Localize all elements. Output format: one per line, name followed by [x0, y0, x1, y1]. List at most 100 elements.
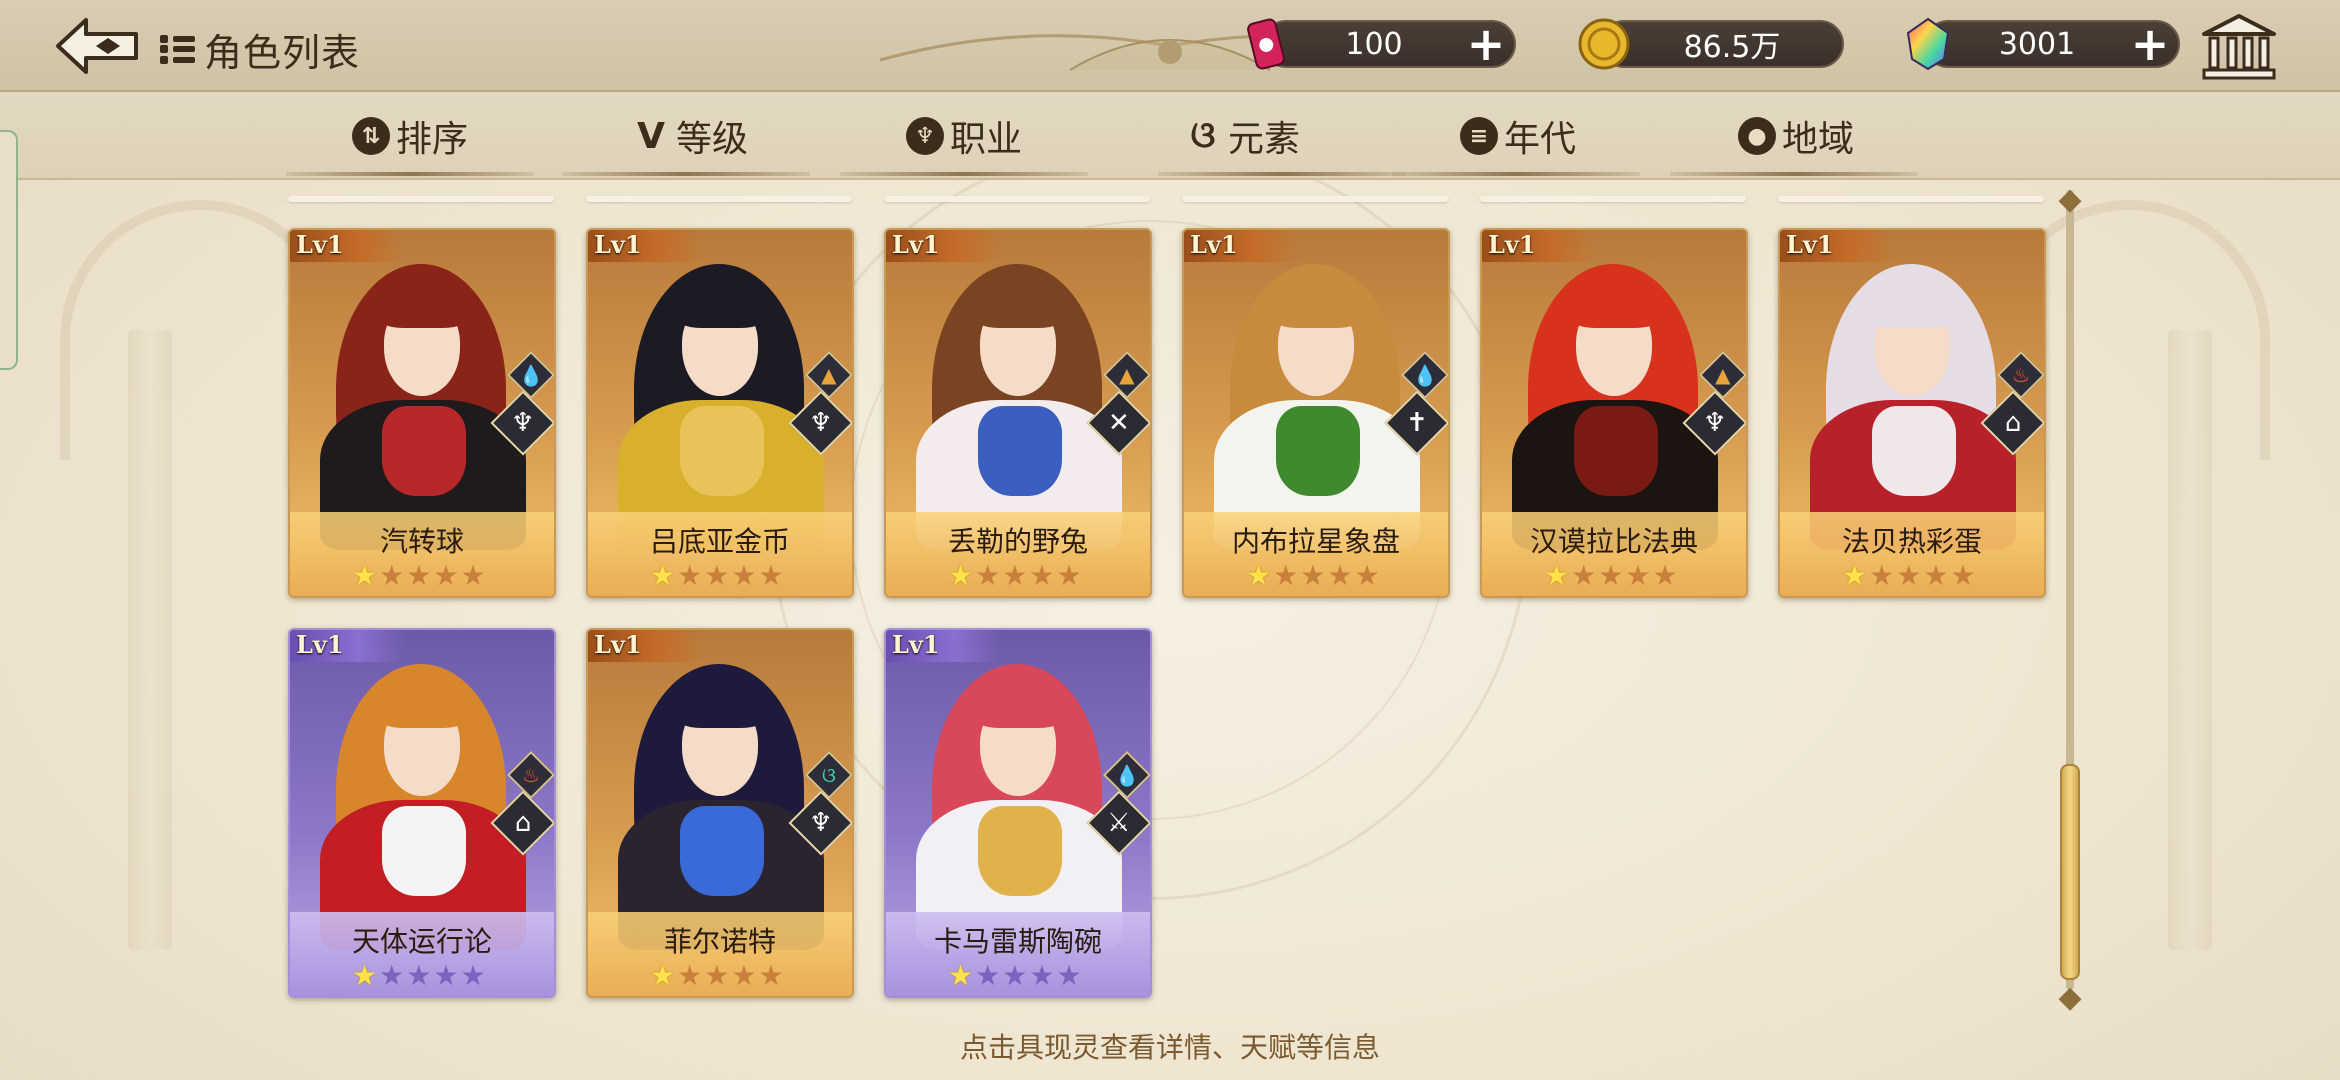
- scroll-top-ornament-icon: ◆: [2058, 182, 2082, 217]
- level-label: Lv1: [1780, 230, 1894, 262]
- museum-button[interactable]: [2198, 12, 2280, 82]
- level-label: Lv1: [588, 630, 702, 662]
- star-icon: ★: [1842, 559, 1868, 592]
- star-icon: ★: [406, 559, 432, 592]
- back-button[interactable]: [52, 14, 144, 78]
- tab-level-label: 等级: [676, 119, 749, 160]
- star-icon: ★: [758, 559, 784, 592]
- character-card[interactable]: Lv1 ▲ ♆ 汉谟拉比法典 ★ ★ ★ ★ ★: [1480, 228, 1748, 598]
- star-rating: ★ ★ ★ ★ ★: [1246, 562, 1380, 590]
- column-divider: [288, 196, 554, 202]
- filter-tab-bar: ⇅ 排序 V 等级 ♆ 职业 ଓ 元素 ≡ 年代 ● 地域: [0, 92, 2340, 180]
- star-icon: ★: [948, 559, 974, 592]
- star-icon: ★: [1056, 959, 1082, 992]
- star-rating: ★ ★ ★ ★ ★: [650, 962, 784, 990]
- tab-region[interactable]: ● 地域: [1738, 92, 1854, 180]
- top-bar: 角色列表 100 + 86.5万 3001 +: [0, 0, 2340, 92]
- star-icon: ★: [1869, 559, 1895, 592]
- tab-underline: [562, 172, 810, 176]
- star-icon: ★: [1029, 559, 1055, 592]
- star-icon: ★: [975, 959, 1001, 992]
- stamina-plus-button[interactable]: +: [1464, 21, 1508, 67]
- star-icon: ★: [1571, 559, 1597, 592]
- tab-level[interactable]: V 等级: [632, 92, 748, 180]
- star-icon: ★: [379, 959, 405, 992]
- currency-stamina: 100 +: [1247, 18, 1516, 70]
- column-divider: [1778, 196, 2044, 202]
- level-label: Lv1: [290, 230, 404, 262]
- tab-element-label: 元素: [1228, 119, 1301, 160]
- character-card[interactable]: Lv1 💧 ♆ 汽转球 ★ ★ ★ ★ ★: [288, 228, 556, 598]
- star-icon: ★: [677, 959, 703, 992]
- star-icon: ★: [758, 959, 784, 992]
- tab-element[interactable]: ଓ 元素: [1184, 92, 1300, 180]
- star-icon: ★: [1029, 959, 1055, 992]
- star-icon: ★: [1950, 559, 1976, 592]
- character-card[interactable]: Lv1 💧 ✝ 内布拉星象盘 ★ ★ ★ ★ ★: [1182, 228, 1450, 598]
- star-icon: ★: [352, 959, 378, 992]
- crystal-plus-button[interactable]: +: [2128, 21, 2172, 67]
- character-name: 丢勒的野兔: [947, 525, 1088, 558]
- gold-value: 86.5万: [1683, 30, 1781, 65]
- star-icon: ★: [1625, 559, 1651, 592]
- level-label: Lv1: [886, 230, 1000, 262]
- level-label: Lv1: [1184, 230, 1298, 262]
- star-rating: ★ ★ ★ ★ ★: [352, 562, 486, 590]
- character-name: 菲尔诺特: [663, 925, 776, 958]
- page-title: 角色列表: [204, 31, 361, 75]
- level-label: Lv1: [588, 230, 702, 262]
- column-divider: [1182, 196, 1448, 202]
- star-icon: ★: [1354, 559, 1380, 592]
- column-divider: [884, 196, 1150, 202]
- character-card[interactable]: Lv1 ଓ ♆ 菲尔诺特 ★ ★ ★ ★ ★: [586, 628, 854, 998]
- star-rating: ★ ★ ★ ★ ★: [352, 962, 486, 990]
- back-arrow-icon: [56, 18, 138, 74]
- star-icon: ★: [948, 959, 974, 992]
- star-icon: ★: [1544, 559, 1570, 592]
- soda-can-icon: [1236, 14, 1296, 74]
- character-card[interactable]: Lv1 ♨ ⌂ 天体运行论 ★ ★ ★ ★ ★: [288, 628, 556, 998]
- character-name: 内布拉星象盘: [1231, 525, 1400, 558]
- star-icon: ★: [650, 959, 676, 992]
- character-name: 汽转球: [379, 525, 464, 558]
- character-name: 法贝热彩蛋: [1841, 525, 1982, 558]
- character-card[interactable]: Lv1 ▲ ♆ 吕底亚金币 ★ ★ ★ ★ ★: [586, 228, 854, 598]
- character-card[interactable]: Lv1 💧 ⚔ 卡马雷斯陶碗 ★ ★ ★ ★ ★: [884, 628, 1152, 998]
- tab-underline: [286, 172, 534, 176]
- star-icon: ★: [704, 559, 730, 592]
- tab-sort[interactable]: ⇅ 排序: [352, 92, 468, 180]
- tab-class[interactable]: ♆ 职业: [906, 92, 1022, 180]
- level-label: Lv1: [886, 630, 1000, 662]
- star-icon: ★: [975, 559, 1001, 592]
- level-label: Lv1: [290, 630, 404, 662]
- tab-underline: [1158, 172, 1406, 176]
- star-icon: ★: [1923, 559, 1949, 592]
- scroll-bottom-ornament-icon: ◆: [2058, 980, 2082, 1015]
- sort-icon: ⇅: [352, 117, 390, 155]
- star-icon: ★: [352, 559, 378, 592]
- list-icon: [160, 30, 198, 70]
- side-drawer-tab[interactable]: [0, 130, 18, 370]
- star-icon: ★: [379, 559, 405, 592]
- bg-pillar-right: [2168, 330, 2212, 950]
- star-icon: ★: [1598, 559, 1624, 592]
- level-v-icon: V: [637, 115, 665, 157]
- star-icon: ★: [650, 559, 676, 592]
- character-card[interactable]: Lv1 ♨ ⌂ 法贝热彩蛋 ★ ★ ★ ★ ★: [1778, 228, 2046, 598]
- character-card[interactable]: Lv1 ▲ ✕ 丢勒的野兔 ★ ★ ★ ★ ★: [884, 228, 1152, 598]
- character-name: 吕底亚金币: [649, 525, 790, 558]
- tab-era[interactable]: ≡ 年代: [1460, 92, 1576, 180]
- rainbow-gem-icon: [1898, 14, 1958, 74]
- element-swirl-icon: ଓ: [1190, 115, 1216, 156]
- title-group: 角色列表: [160, 22, 360, 77]
- class-trident-icon: ♆: [906, 117, 944, 155]
- currency-gold: 86.5万: [1578, 18, 1844, 70]
- star-icon: ★: [433, 559, 459, 592]
- star-rating: ★ ★ ★ ★ ★: [1544, 562, 1678, 590]
- star-rating: ★ ★ ★ ★ ★: [650, 562, 784, 590]
- star-icon: ★: [677, 559, 703, 592]
- star-icon: ★: [460, 959, 486, 992]
- star-icon: ★: [1246, 559, 1272, 592]
- star-icon: ★: [433, 959, 459, 992]
- scrollbar-thumb[interactable]: [2060, 764, 2080, 980]
